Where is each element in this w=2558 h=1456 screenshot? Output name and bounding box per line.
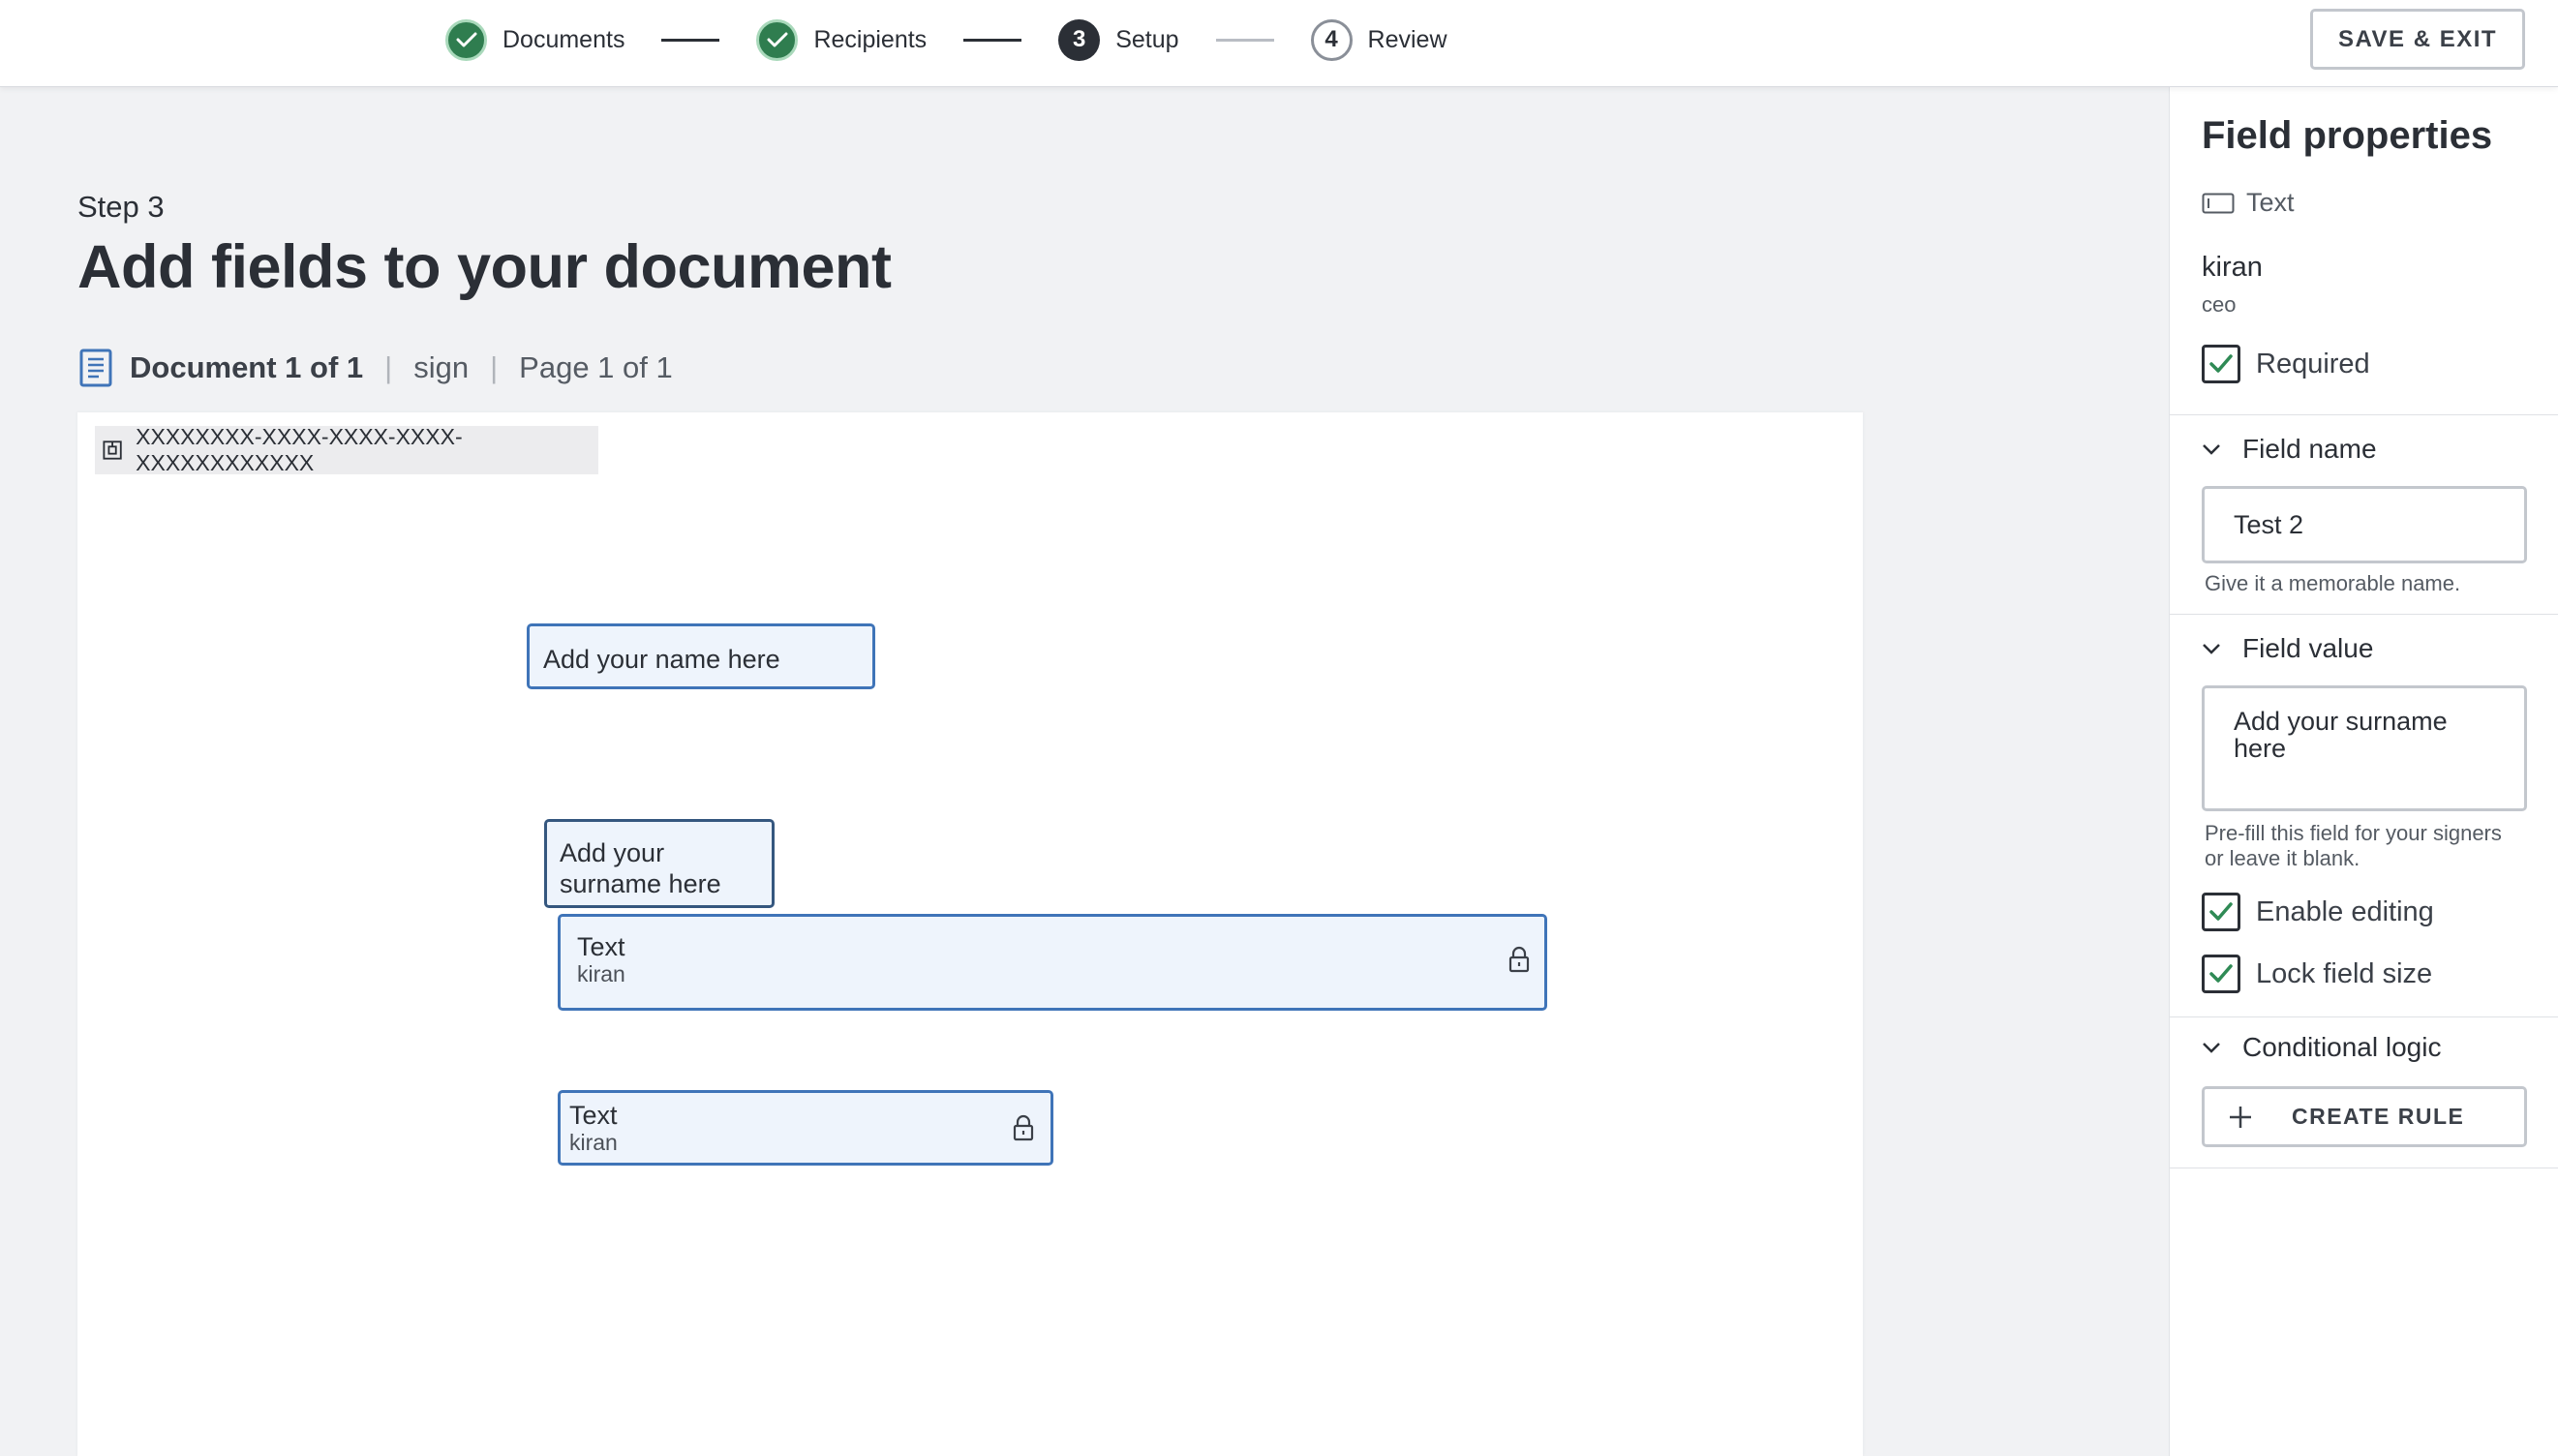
text-field[interactable]: Text kiran bbox=[558, 1090, 1053, 1166]
field-recipient-label: kiran bbox=[569, 1130, 618, 1155]
divider bbox=[2170, 414, 2558, 415]
field-properties-panel: Field properties Text kiran ceo Required… bbox=[2169, 87, 2558, 1456]
page-title: Add fields to your document bbox=[77, 233, 892, 301]
step-recipients[interactable]: Recipients bbox=[756, 18, 928, 61]
required-checkbox[interactable] bbox=[2202, 345, 2240, 383]
chevron-down-icon bbox=[2203, 644, 2220, 654]
field-value-text: Add your name here bbox=[543, 645, 780, 674]
text-field[interactable]: Text kiran bbox=[558, 914, 1547, 1011]
step-connector bbox=[1215, 38, 1274, 42]
step-eyebrow: Step 3 bbox=[77, 190, 165, 224]
section-label: Conditional logic bbox=[2242, 1032, 2442, 1062]
page-indicator: Page 1 of 1 bbox=[519, 350, 673, 384]
step-label: Recipients bbox=[813, 25, 928, 53]
field-value-text: Add your bbox=[560, 838, 665, 867]
field-name-section-toggle[interactable]: Field name bbox=[2202, 434, 2377, 465]
step-label: Setup bbox=[1115, 25, 1179, 53]
field-value-text: surname here bbox=[560, 869, 721, 898]
field-value-help-line1: Pre-fill this field for your signers bbox=[2205, 821, 2502, 845]
field-value-section-toggle[interactable]: Field value bbox=[2202, 633, 2373, 664]
field-type: Text bbox=[2202, 188, 2295, 218]
recipient-name: kiran bbox=[2202, 252, 2263, 283]
divider bbox=[2170, 614, 2558, 615]
chevron-down-icon bbox=[2203, 444, 2220, 455]
text-field-icon bbox=[2202, 193, 2235, 213]
document-canvas[interactable]: XXXXXXXX-XXXX-XXXX-XXXX-XXXXXXXXXXXX Add… bbox=[77, 412, 1863, 1456]
step-complete-badge bbox=[756, 18, 799, 61]
step-number-badge: 3 bbox=[1058, 18, 1101, 61]
section-label: Field name bbox=[2242, 434, 2377, 464]
step-connector bbox=[963, 38, 1022, 42]
step-label: Review bbox=[1367, 25, 1447, 53]
field-name-input[interactable] bbox=[2202, 486, 2527, 563]
divider bbox=[2170, 1016, 2558, 1017]
step-documents[interactable]: Documents bbox=[445, 18, 625, 61]
recipient-role: ceo bbox=[2202, 292, 2237, 317]
check-icon bbox=[2209, 964, 2233, 983]
surname-field[interactable]: Add your surname here bbox=[544, 819, 775, 908]
field-value-textarea[interactable]: Add your surname here bbox=[2202, 685, 2527, 811]
enable-editing-checkbox-row[interactable]: Enable editing bbox=[2202, 893, 2434, 931]
lock-icon bbox=[1013, 1114, 1034, 1141]
name-field[interactable]: Add your name here bbox=[527, 623, 875, 689]
top-bar: Documents Recipients 3 Setup 4 Review SA… bbox=[0, 0, 2558, 87]
field-type-label: Text bbox=[577, 932, 625, 961]
create-rule-button[interactable]: CREATE RULE bbox=[2202, 1086, 2527, 1147]
envelope-id-stamp: XXXXXXXX-XXXX-XXXX-XXXX-XXXXXXXXXXXX bbox=[95, 424, 598, 475]
lock-size-label: Lock field size bbox=[2256, 957, 2433, 989]
plus-icon bbox=[2230, 1106, 2251, 1128]
lock-size-checkbox-row[interactable]: Lock field size bbox=[2202, 955, 2432, 993]
enable-editing-checkbox[interactable] bbox=[2202, 893, 2240, 931]
step-review[interactable]: 4 Review bbox=[1310, 18, 1447, 61]
document-count: Document 1 of 1 bbox=[130, 350, 364, 384]
document-info-bar: Document 1 of 1 | sign | Page 1 of 1 bbox=[79, 349, 673, 387]
section-label: Field value bbox=[2242, 633, 2374, 663]
document-name: sign bbox=[413, 350, 470, 384]
step-setup[interactable]: 3 Setup bbox=[1058, 18, 1179, 61]
progress-stepper: Documents Recipients 3 Setup 4 Review bbox=[445, 0, 1447, 79]
field-value-help-line2: or leave it blank. bbox=[2205, 846, 2360, 870]
enable-editing-label: Enable editing bbox=[2256, 895, 2434, 927]
envelope-id-icon bbox=[103, 440, 122, 460]
check-icon bbox=[2209, 902, 2233, 921]
step-number-badge: 4 bbox=[1310, 18, 1353, 61]
step-connector bbox=[661, 38, 720, 42]
separator: | bbox=[384, 350, 393, 384]
create-rule-label: CREATE RULE bbox=[2292, 1104, 2465, 1129]
required-label: Required bbox=[2256, 348, 2370, 379]
field-recipient-label: kiran bbox=[577, 961, 625, 986]
check-icon bbox=[767, 32, 788, 47]
separator: | bbox=[490, 350, 499, 384]
field-type-label: Text bbox=[569, 1101, 618, 1130]
field-name-help: Give it a memorable name. bbox=[2205, 571, 2461, 595]
check-icon bbox=[2209, 354, 2233, 373]
lock-size-checkbox[interactable] bbox=[2202, 955, 2240, 993]
panel-title: Field properties bbox=[2202, 114, 2493, 157]
field-type-label: Text bbox=[2246, 188, 2295, 217]
required-checkbox-row[interactable]: Required bbox=[2202, 345, 2370, 383]
envelope-id-text: XXXXXXXX-XXXX-XXXX-XXXX-XXXXXXXXXXXX bbox=[136, 424, 463, 475]
lock-icon bbox=[1508, 946, 1530, 973]
step-complete-badge bbox=[445, 18, 487, 61]
save-and-exit-button[interactable]: SAVE & EXIT bbox=[2310, 9, 2525, 70]
step-label: Documents bbox=[502, 25, 625, 53]
document-icon bbox=[79, 349, 112, 387]
conditional-logic-section-toggle[interactable]: Conditional logic bbox=[2202, 1032, 2441, 1063]
chevron-down-icon bbox=[2203, 1043, 2220, 1053]
check-icon bbox=[456, 32, 476, 47]
